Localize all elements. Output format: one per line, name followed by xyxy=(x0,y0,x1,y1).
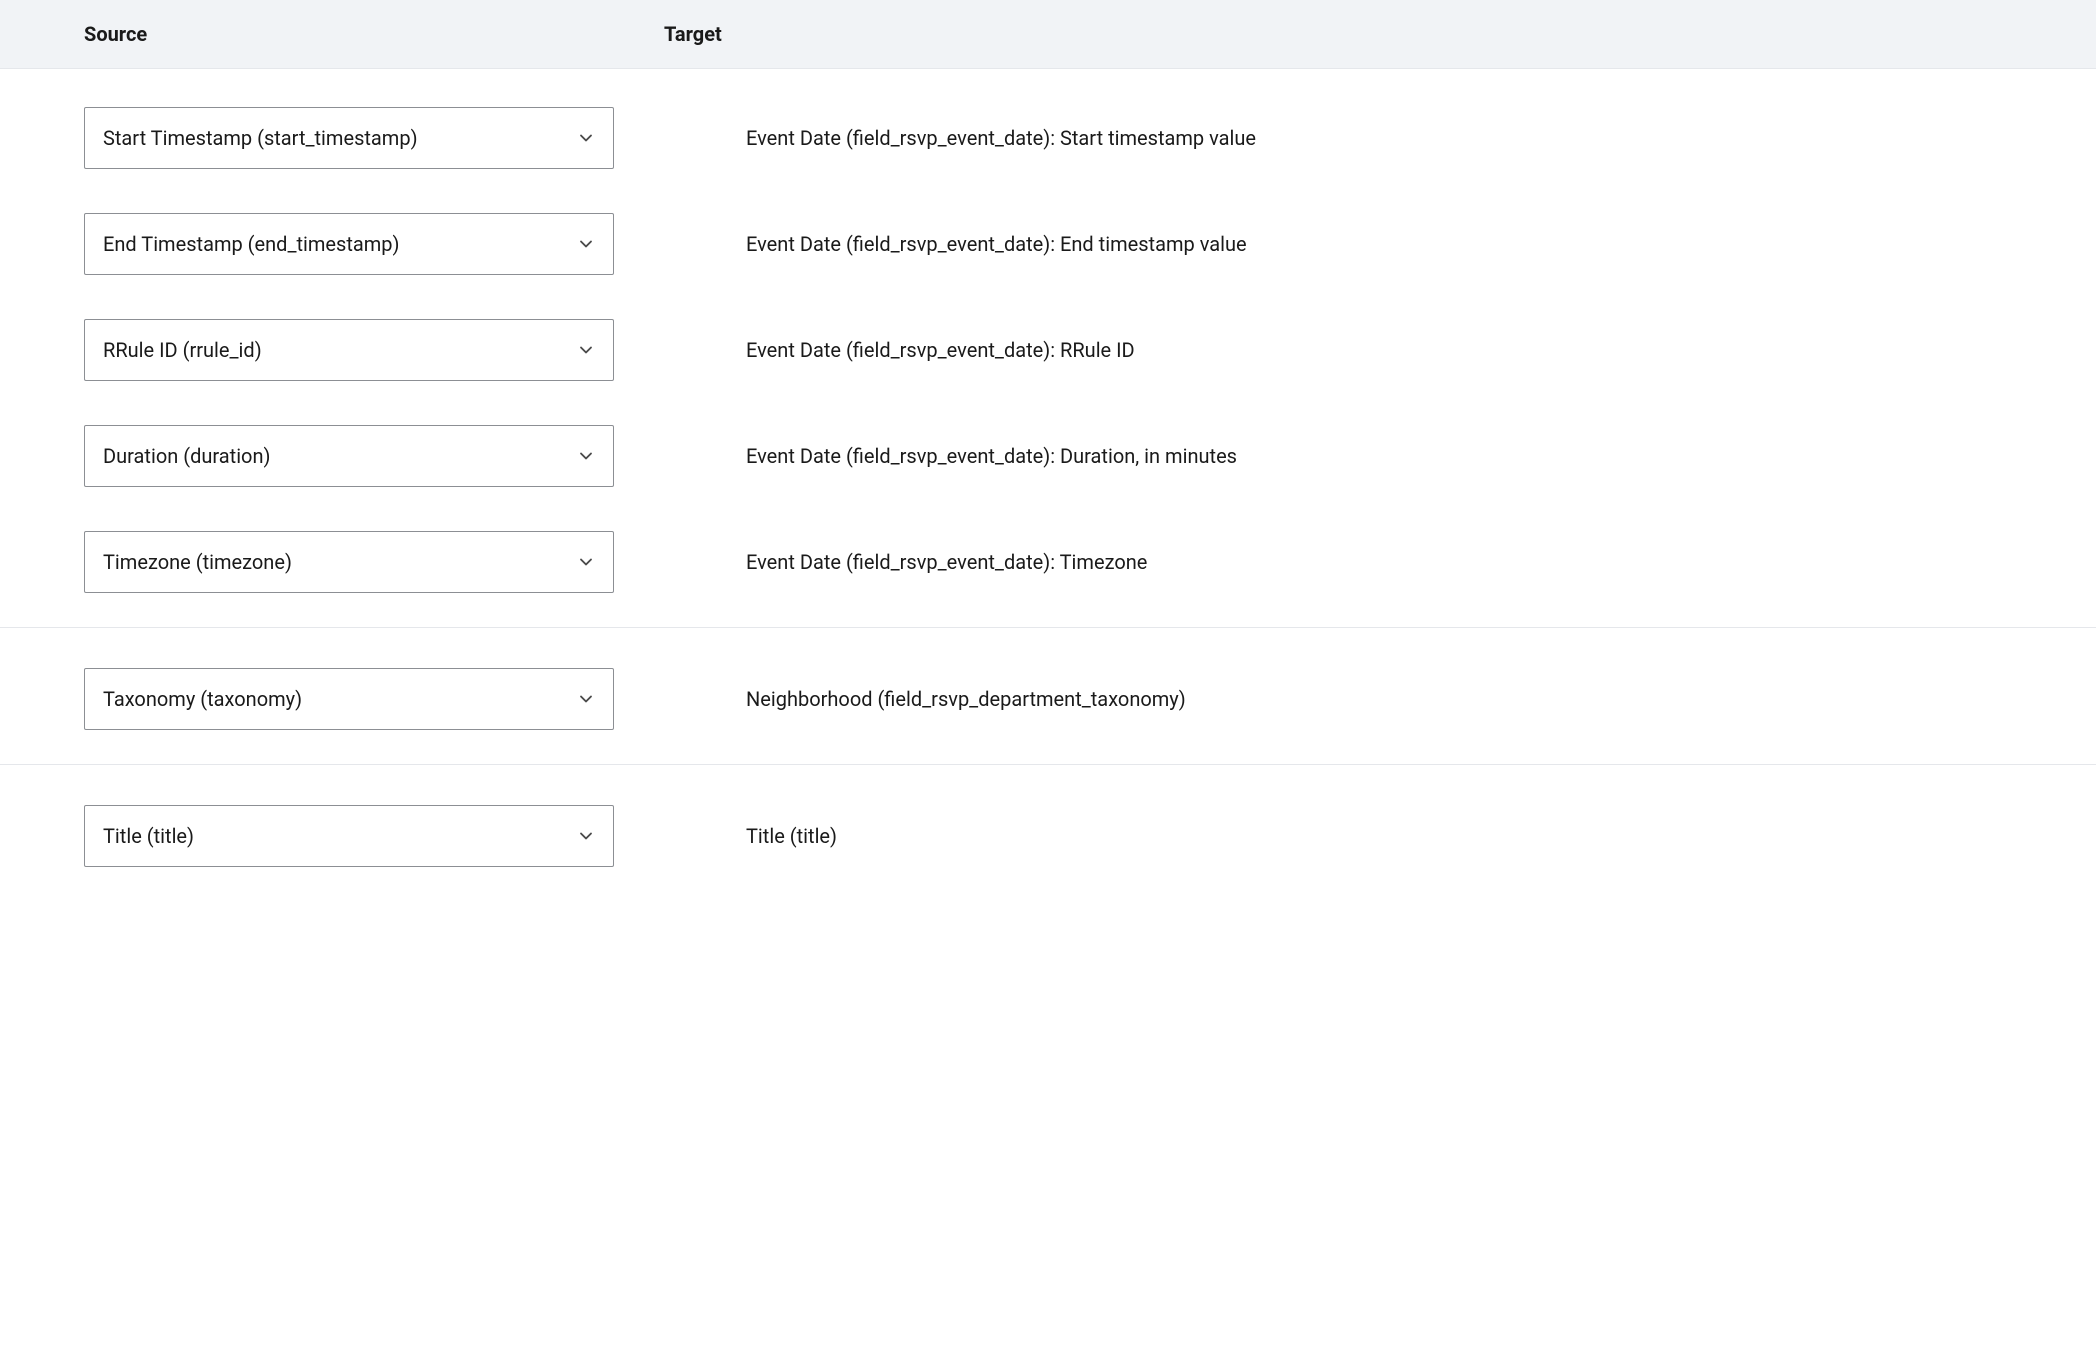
target-label: Event Date (field_rsvp_event_date): Dura… xyxy=(696,444,1237,468)
target-label: Title (title) xyxy=(696,824,837,848)
mapping-row: Taxonomy (taxonomy) Neighborhood (field_… xyxy=(0,646,2096,752)
source-select-value: Timezone (timezone) xyxy=(103,550,292,574)
mapping-row: Start Timestamp (start_timestamp) Event … xyxy=(0,85,2096,191)
target-label: Event Date (field_rsvp_event_date): End … xyxy=(696,232,1247,256)
source-select-value: Start Timestamp (start_timestamp) xyxy=(103,126,418,150)
source-select[interactable]: End Timestamp (end_timestamp) xyxy=(84,213,614,275)
source-select-value: Taxonomy (taxonomy) xyxy=(103,687,302,711)
source-select-value: Duration (duration) xyxy=(103,444,270,468)
source-select[interactable]: Duration (duration) xyxy=(84,425,614,487)
mapping-rows: Start Timestamp (start_timestamp) Event … xyxy=(0,69,2096,889)
mapping-row: End Timestamp (end_timestamp) Event Date… xyxy=(0,191,2096,297)
target-label: Event Date (field_rsvp_event_date): Star… xyxy=(696,126,1256,150)
target-label: Neighborhood (field_rsvp_department_taxo… xyxy=(696,687,1186,711)
source-select[interactable]: Taxonomy (taxonomy) xyxy=(84,668,614,730)
target-column-header: Target xyxy=(664,22,722,46)
mapping-row: Title (title) Title (title) xyxy=(0,783,2096,889)
mapping-table: Source Target Start Timestamp (start_tim… xyxy=(0,0,2096,889)
source-select-value: End Timestamp (end_timestamp) xyxy=(103,232,400,256)
mapping-row: Duration (duration) Event Date (field_rs… xyxy=(0,403,2096,509)
target-label: Event Date (field_rsvp_event_date): RRul… xyxy=(696,338,1135,362)
source-select-value: RRule ID (rrule_id) xyxy=(103,338,262,362)
source-select[interactable]: Title (title) xyxy=(84,805,614,867)
mapping-row: RRule ID (rrule_id) Event Date (field_rs… xyxy=(0,297,2096,403)
source-select[interactable]: RRule ID (rrule_id) xyxy=(84,319,614,381)
source-select[interactable]: Timezone (timezone) xyxy=(84,531,614,593)
mapping-row: Timezone (timezone) Event Date (field_rs… xyxy=(0,509,2096,615)
group-divider xyxy=(0,764,2096,765)
group-divider xyxy=(0,627,2096,628)
table-header: Source Target xyxy=(0,0,2096,69)
target-label: Event Date (field_rsvp_event_date): Time… xyxy=(696,550,1147,574)
source-column-header: Source xyxy=(84,22,147,46)
source-select-value: Title (title) xyxy=(103,824,194,848)
source-select[interactable]: Start Timestamp (start_timestamp) xyxy=(84,107,614,169)
